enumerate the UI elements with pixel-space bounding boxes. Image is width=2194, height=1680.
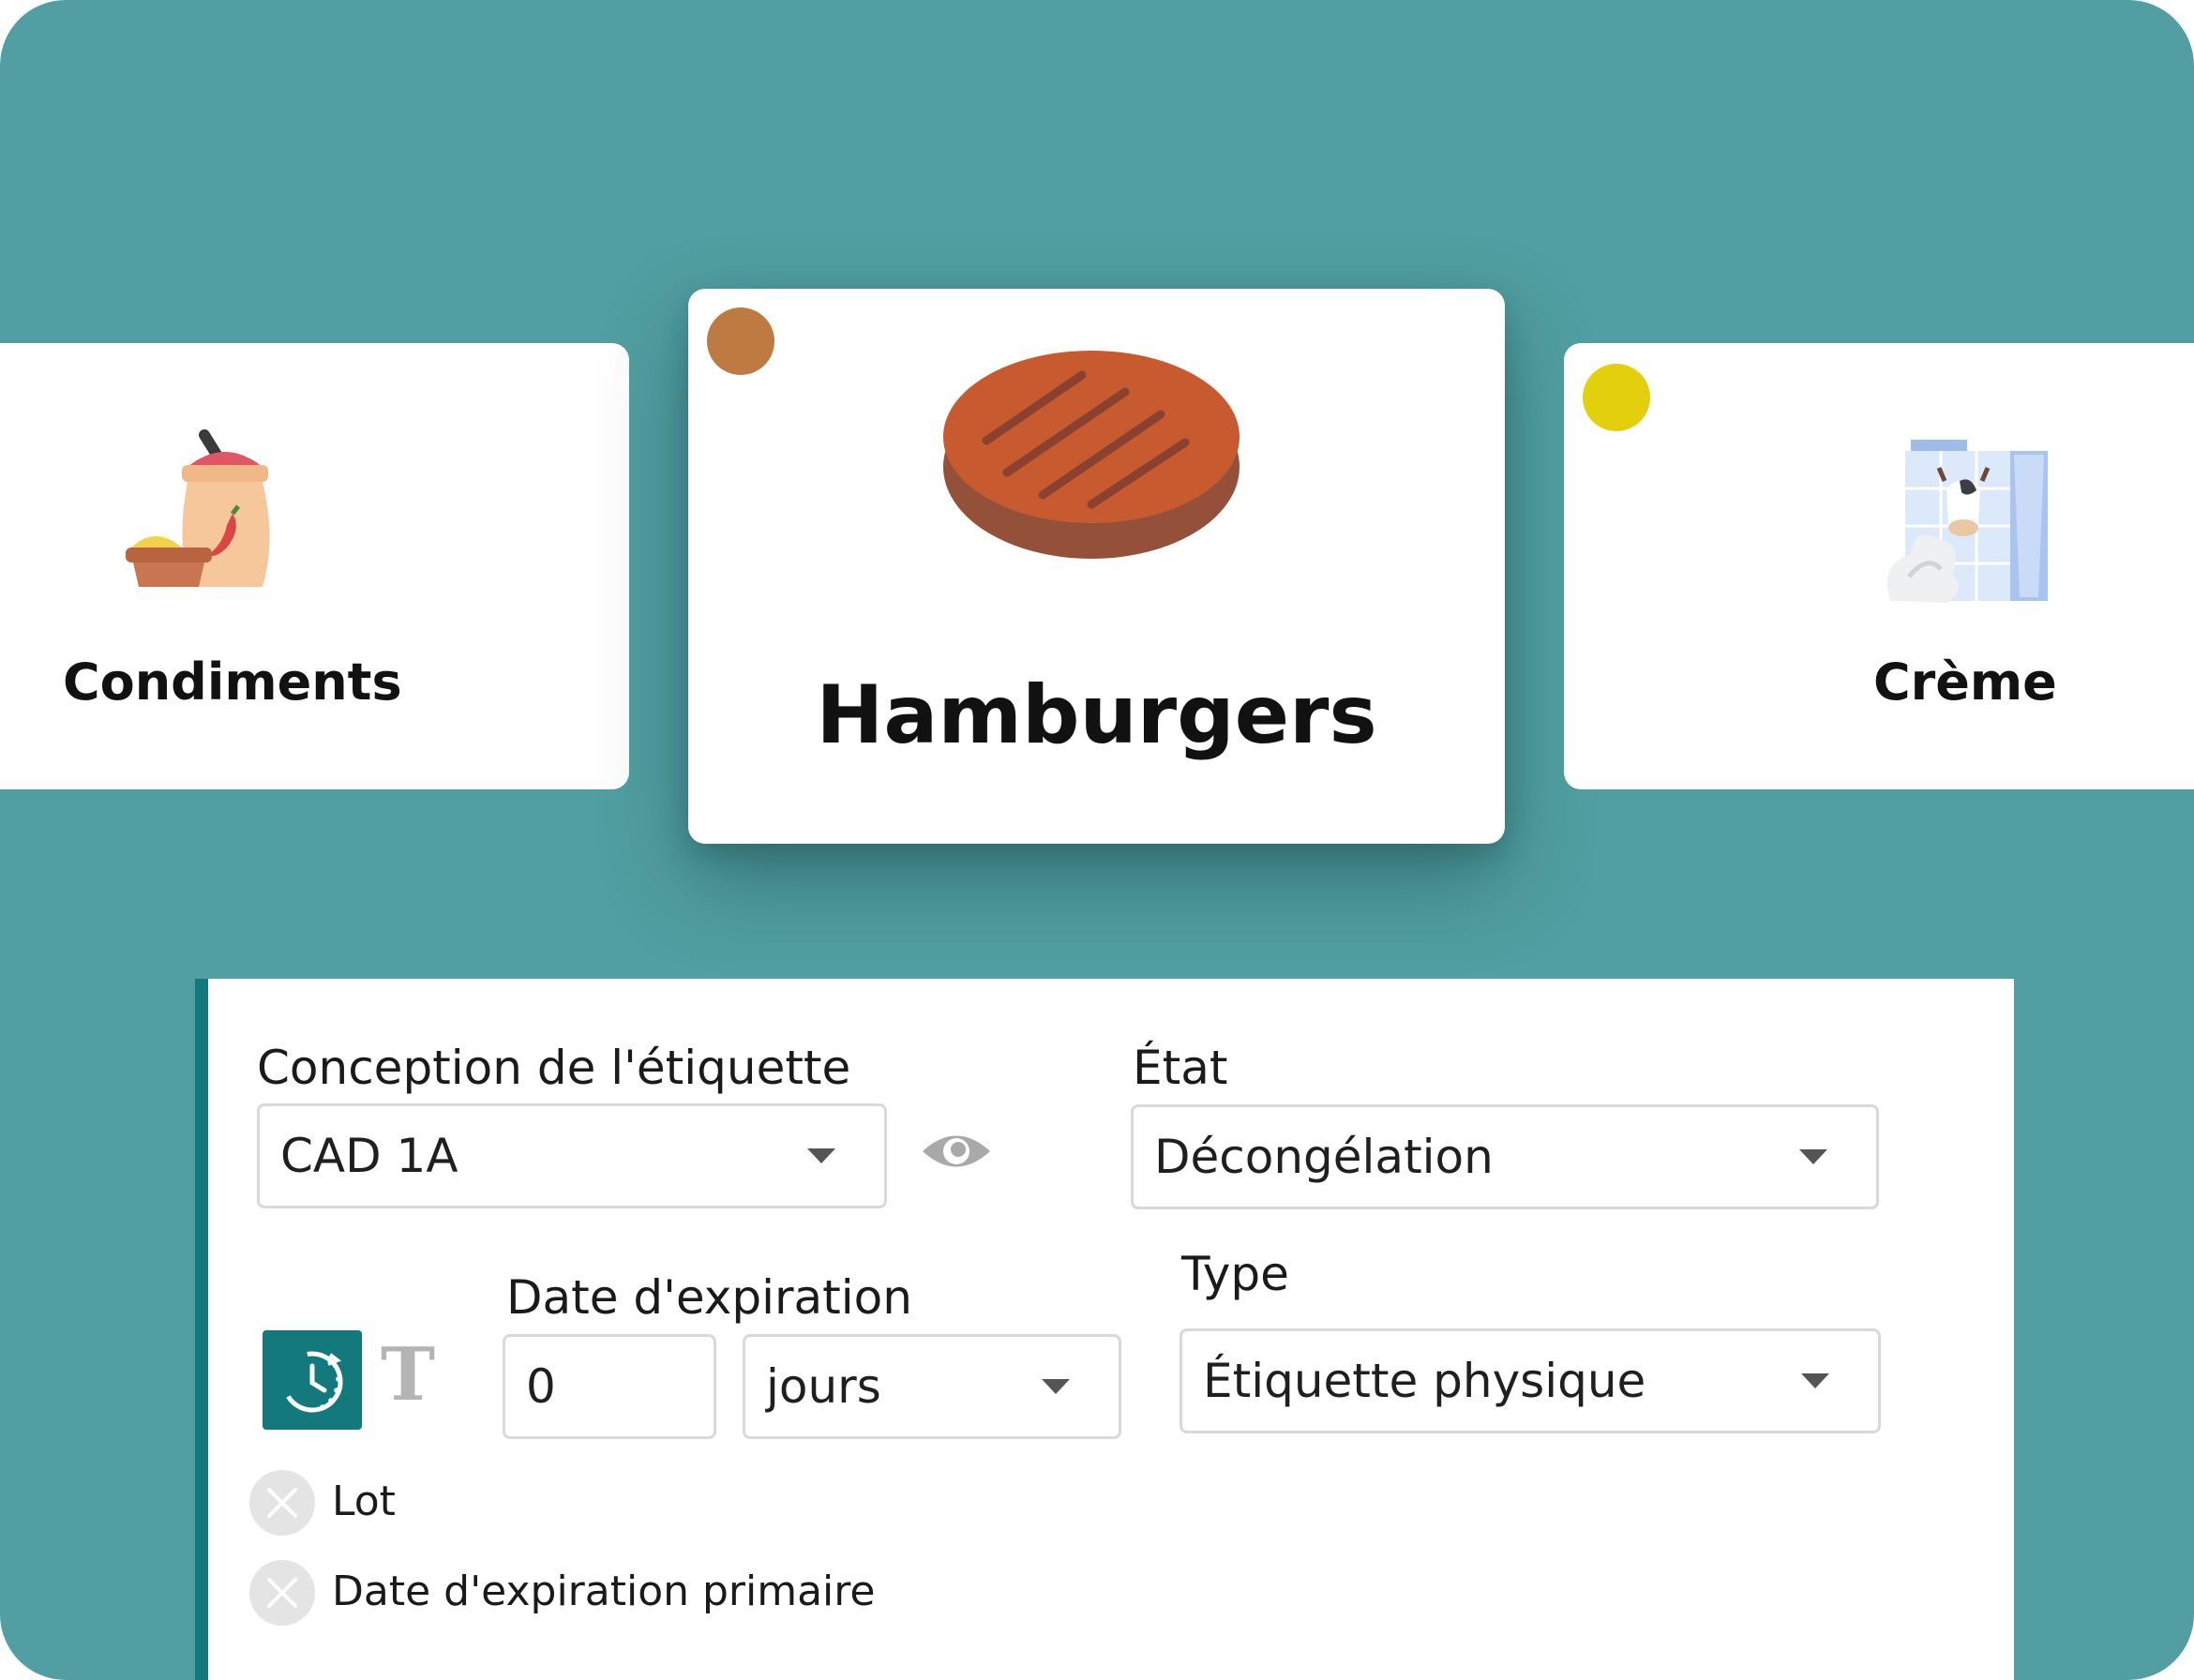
hamburger-patty-icon bbox=[943, 351, 1240, 559]
clock-icon bbox=[281, 1351, 343, 1413]
type-select[interactable]: Étiquette physique bbox=[1180, 1328, 1881, 1433]
label-design-value: CAD 1A bbox=[280, 1129, 458, 1183]
cream-carton-icon bbox=[1886, 440, 2048, 603]
chevron-down-icon bbox=[1801, 1373, 1829, 1388]
eye-preview-icon[interactable] bbox=[919, 1128, 994, 1175]
category-card-creme[interactable]: Crème bbox=[1564, 343, 2194, 789]
expiration-clock-toggle[interactable] bbox=[263, 1330, 362, 1430]
category-title: Condiments bbox=[63, 652, 402, 712]
state-select[interactable]: Décongélation bbox=[1131, 1104, 1879, 1209]
chevron-down-icon bbox=[807, 1148, 835, 1163]
expiration-amount-input[interactable]: 0 bbox=[503, 1334, 716, 1439]
close-icon bbox=[267, 1488, 297, 1518]
category-title: Crème bbox=[1873, 652, 2057, 712]
condiments-sack-icon bbox=[126, 429, 270, 587]
app-background: Condiments Hamburgers Crème Conception d… bbox=[0, 0, 2194, 1680]
type-label: Type bbox=[1181, 1247, 1289, 1301]
lot-label: Lot bbox=[332, 1478, 396, 1525]
category-color-dot bbox=[707, 308, 774, 375]
category-color-dot bbox=[1583, 364, 1650, 431]
close-icon bbox=[267, 1578, 297, 1608]
category-card-hamburgers[interactable]: Hamburgers bbox=[688, 289, 1505, 844]
state-label: État bbox=[1133, 1041, 1228, 1095]
expiration-amount-value: 0 bbox=[526, 1359, 556, 1414]
label-design-label: Conception de l'étiquette bbox=[257, 1041, 851, 1095]
expiration-unit-select[interactable]: jours bbox=[743, 1334, 1121, 1439]
type-value: Étiquette physique bbox=[1203, 1354, 1646, 1408]
primary-expiration-label: Date d'expiration primaire bbox=[332, 1568, 876, 1615]
expiration-label: Date d'expiration bbox=[506, 1270, 912, 1325]
label-design-select[interactable]: CAD 1A bbox=[257, 1103, 887, 1208]
chevron-down-icon bbox=[1799, 1149, 1827, 1164]
primary-expiration-toggle[interactable] bbox=[249, 1560, 315, 1626]
state-value: Décongélation bbox=[1154, 1130, 1494, 1184]
category-title: Hamburgers bbox=[816, 668, 1377, 762]
category-card-condiments[interactable]: Condiments bbox=[0, 343, 629, 789]
label-settings-panel: Conception de l'étiquette CAD 1A État Dé… bbox=[195, 979, 2014, 1680]
text-format-icon[interactable]: T bbox=[381, 1339, 435, 1412]
lot-toggle[interactable] bbox=[249, 1470, 315, 1536]
chevron-down-icon bbox=[1042, 1379, 1070, 1394]
expiration-unit-value: jours bbox=[766, 1359, 881, 1414]
